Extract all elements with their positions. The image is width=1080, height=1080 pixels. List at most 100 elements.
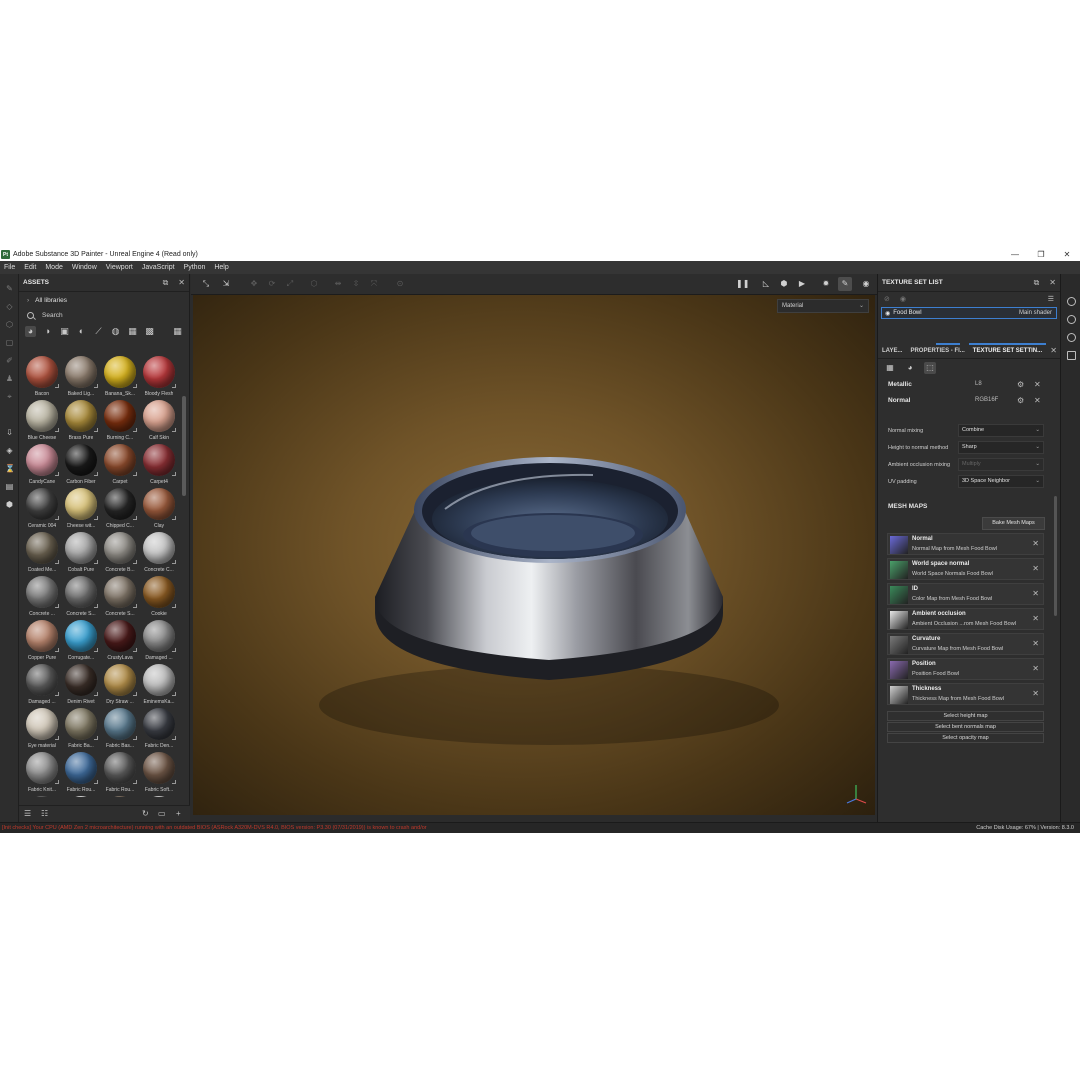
remove-channel-icon[interactable]: ✕ [1034,380,1041,389]
shader-label[interactable]: Main shader [1019,310,1052,316]
material-thumbnail[interactable]: Fabric Soft... [140,750,178,794]
menu-python[interactable]: Python [184,264,206,271]
3d-view-icon[interactable]: ⬢ [779,279,789,289]
material-thumbnail[interactable]: Banana_Sk... [101,354,139,398]
channel-format[interactable]: L8 [975,381,982,387]
detach-icon[interactable]: ⧉ [163,278,169,288]
material-thumbnail[interactable] [62,794,100,797]
texture-set-item[interactable]: ◉ Food Bowl Main shader [881,307,1057,319]
material-thumbnail[interactable]: Chipped C... [101,486,139,530]
tab-properties[interactable]: PROPERTIES - FI... [906,342,968,359]
material-thumbnail[interactable]: Ceramic 004 [23,486,61,530]
log-icon[interactable] [1067,351,1076,360]
material-thumbnail[interactable]: Coated Me... [23,530,61,574]
menu-javascript[interactable]: JavaScript [142,264,175,271]
camera-icon[interactable]: ▶ [797,279,807,289]
maximize-icon[interactable]: ❐ [1028,248,1054,261]
assets-scrollbar[interactable] [182,396,186,496]
procedurals-filter-icon[interactable]: ◍ [110,326,121,337]
link-icon[interactable]: ⊘ [884,295,890,303]
filters-filter-icon[interactable]: ▦ [127,326,138,337]
material-thumbnail[interactable]: Fabric Den... [140,706,178,750]
normal-mixing-select[interactable]: Combine ⌄ [958,424,1044,437]
menu-viewport[interactable]: Viewport [106,264,133,271]
materials-filter-icon[interactable]: ◕ [25,325,36,337]
refresh-icon[interactable]: ↻ [142,809,149,818]
material-thumbnail[interactable]: Fabric Rou... [62,750,100,794]
material-thumbnail[interactable]: Carpet4 [140,442,178,486]
detach-icon[interactable]: ⧉ [1034,278,1040,288]
select-height-map-button[interactable]: Select height map [887,711,1044,721]
material-thumbnail[interactable]: Dry Straw ... [101,662,139,706]
textures-filter-icon[interactable]: ▣ [59,326,70,337]
mesh-map-item[interactable]: Ambient occlusion Ambient Occlusion ...ro… [887,608,1044,630]
minimize-icon[interactable]: — [1002,248,1028,261]
history-clock-icon[interactable] [1067,333,1076,342]
material-thumbnail[interactable]: Damaged ... [140,618,178,662]
material-thumbnail[interactable]: Blue Cheese [23,398,61,442]
camera-settings-icon[interactable] [1067,297,1076,306]
library-selector[interactable]: › All libraries [19,292,189,308]
mesh-map-item[interactable]: Thickness Thickness Map from Mesh Food Bo… [887,683,1044,705]
menu-help[interactable]: Help [214,264,228,271]
smudge-icon[interactable]: ✐ [5,356,14,365]
scale-icon[interactable]: ⤢ [285,279,295,289]
menu-mode[interactable]: Mode [45,264,63,271]
material-thumbnail[interactable]: Bacon [23,354,61,398]
lighting-icon[interactable]: ✹ [821,279,831,289]
eraser-icon[interactable]: ◇ [5,302,14,311]
material-thumbnail[interactable]: Copper Pure [23,618,61,662]
material-thumbnail[interactable]: Fabric Bas... [101,706,139,750]
bake-mesh-maps-button[interactable]: Bake Mesh Maps [982,517,1045,530]
material-thumbnail[interactable]: Concrete S... [101,574,139,618]
material-thumbnail[interactable] [101,794,139,797]
transform-icon[interactable]: ⤡ [201,279,211,289]
layers-icon[interactable]: ◈ [5,446,14,455]
gear-icon[interactable]: ⚙ [1017,396,1024,405]
display-settings-icon[interactable] [1067,315,1076,324]
mesh-map-item[interactable]: World space normal World Space Normals Fo… [887,558,1044,580]
rotate-icon[interactable]: ⟳ [267,279,277,289]
table-icon[interactable]: ▦ [884,362,896,374]
select-bent-normals-button[interactable]: Select bent normals map [887,722,1044,732]
remove-mesh-map-icon[interactable]: ✕ [1032,664,1039,673]
mesh-map-item[interactable]: Curvature Curvature Map from Mesh Food Bo… [887,633,1044,655]
material-thumbnail[interactable]: Fabric Knit... [23,750,61,794]
eye-icon[interactable]: ◉ [885,310,890,317]
material-thumbnail[interactable]: Fabric Ba... [62,706,100,750]
remove-mesh-map-icon[interactable]: ✕ [1032,639,1039,648]
close-window-icon[interactable]: ✕ [1054,248,1080,261]
material-thumbnail[interactable]: Eye material [23,706,61,750]
close-tab-icon[interactable]: ✕ [1050,346,1057,355]
mesh-map-item[interactable]: ID Color Map from Mesh Food Bowl ✕ [887,583,1044,605]
channel-format[interactable]: RGB16F [975,397,998,403]
uv-icon[interactable]: ⬚ [924,362,936,374]
material-thumbnail[interactable]: Concrete B... [101,530,139,574]
material-thumbnail[interactable] [140,794,178,797]
search-input[interactable]: Search [42,312,63,319]
material-thumbnail[interactable]: Damaged ... [23,662,61,706]
select-opacity-map-button[interactable]: Select opacity map [887,733,1044,743]
tab-texture-set-settings[interactable]: TEXTURE SET SETTIN... [968,342,1047,359]
material-icon[interactable]: ◕ [904,362,916,374]
material-thumbnail[interactable]: Concrete C... [140,530,178,574]
remove-mesh-map-icon[interactable]: ✕ [1032,589,1039,598]
material-thumbnail[interactable]: CrustyLava [101,618,139,662]
menu-edit[interactable]: Edit [24,264,36,271]
asset-search[interactable]: Search [19,308,189,323]
picker-icon[interactable]: ⌖ [5,392,14,401]
gear-icon[interactable]: ⚙ [1017,380,1024,389]
object-icon[interactable]: ⬡ [309,279,319,289]
tree-view-icon[interactable]: ☷ [41,809,48,818]
height-to-normal-select[interactable]: Sharp ⌄ [958,441,1044,454]
close-panel-icon[interactable]: ✕ [178,278,185,288]
material-thumbnail[interactable]: Cookie [140,574,178,618]
mirror-z-icon[interactable]: ⤧ [369,279,379,289]
list-view-icon[interactable]: ☰ [24,809,31,818]
material-thumbnail[interactable]: Concrete S... [62,574,100,618]
paint-mode-icon[interactable]: ✎ [838,277,852,291]
paint-brush-icon[interactable]: ✎ [5,284,14,293]
projection-icon[interactable]: ⬡ [5,320,14,329]
material-thumbnail[interactable]: EminemsKa... [140,662,178,706]
material-thumbnail[interactable]: Calf Skin [140,398,178,442]
